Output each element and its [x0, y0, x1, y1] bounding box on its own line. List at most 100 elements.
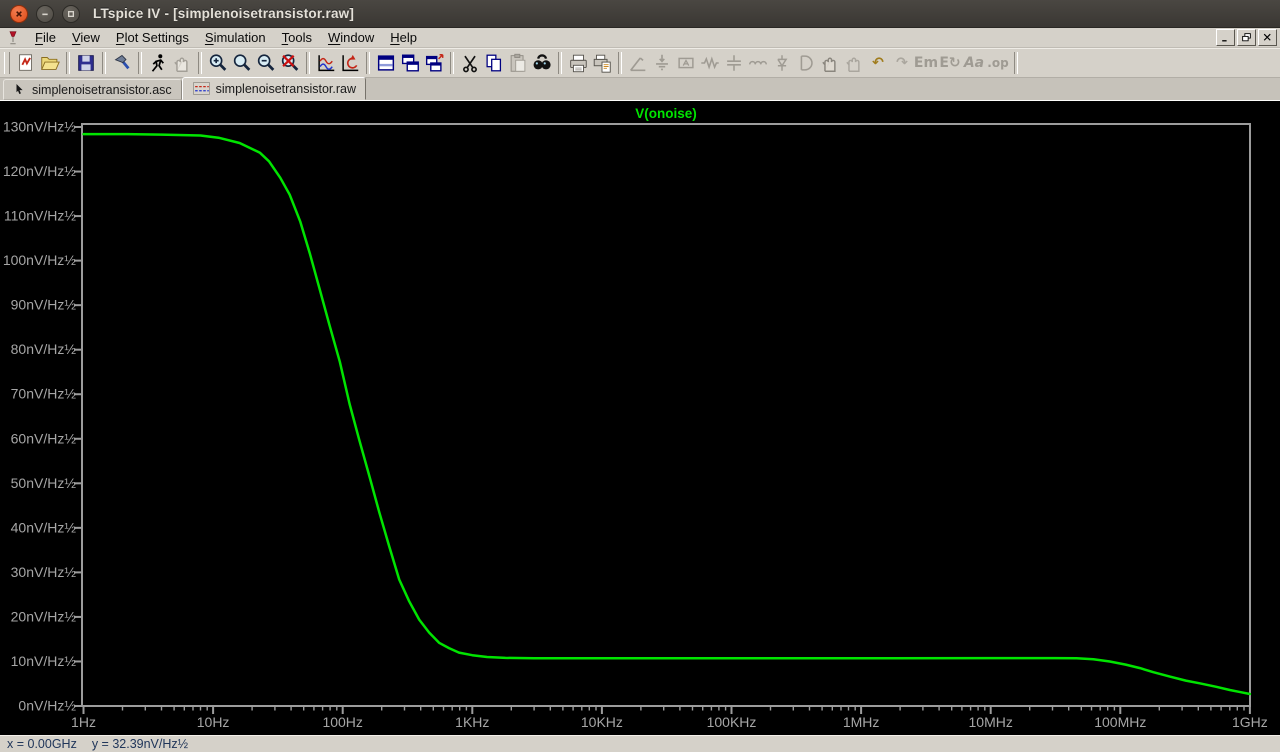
menu-tools[interactable]: Tools [274, 29, 320, 46]
y-axis-label: 30nV/Hz½ [11, 564, 77, 580]
cascade-windows-icon[interactable] [422, 52, 446, 75]
open-file-icon[interactable] [38, 52, 62, 75]
move-icon [818, 52, 842, 75]
menu-window[interactable]: Window [320, 29, 382, 46]
component-icon [794, 52, 818, 75]
window-maximize-button[interactable] [62, 5, 80, 23]
x-axis-label: 100Hz [322, 714, 362, 730]
y-axis-label: 50nV/Hz½ [11, 475, 77, 491]
new-schematic-icon[interactable] [14, 52, 38, 75]
toolbar: ↶↷EmE↻Aa.op [0, 48, 1280, 78]
y-axis-label: 130nV/Hz½ [3, 119, 76, 135]
x-axis-label: 10KHz [581, 714, 623, 730]
mdi-restore-button[interactable] [1237, 29, 1256, 46]
waveform-thumbnail-icon [192, 81, 211, 96]
plot-canvas[interactable]: V(onoise) 0nV/Hz½ 10nV/Hz½ 20nV/Hz½ 30nV/Hz½… [0, 101, 1280, 735]
tab-simplenoisetransistor.asc[interactable]: simplenoisetransistor.asc [3, 79, 182, 100]
x-axis-label: 100KHz [707, 714, 757, 730]
close-icon [11, 5, 27, 23]
wine-icon [5, 30, 21, 46]
text-icon: Aa [962, 52, 986, 75]
y-axis-label: 40nV/Hz½ [11, 519, 77, 535]
toolbar-separator [450, 52, 454, 74]
menu-bar: FileViewPlot SettingsSimulationToolsWind… [0, 28, 1280, 48]
toolbar-separator [102, 52, 106, 74]
title-bar: LTspice IV - [simplenoisetransistor.raw] [0, 0, 1280, 28]
autorange-plot-icon[interactable] [314, 52, 338, 75]
x-axis-label: 1KHz [455, 714, 489, 730]
toolbar-separator [198, 52, 202, 74]
zoom-full-extents-icon[interactable] [278, 52, 302, 75]
run-simulation-icon[interactable] [146, 52, 170, 75]
y-axis-label: 20nV/Hz½ [11, 608, 77, 624]
halt-simulation-icon [170, 52, 194, 75]
y-axis-label: 110nV/Hz½ [4, 208, 76, 224]
inductor-icon [746, 52, 770, 75]
mdi-restore-icon [1240, 32, 1253, 43]
zoom-in-icon[interactable] [206, 52, 230, 75]
plot-frame [82, 124, 1250, 706]
y-axis-label: 0nV/Hz½ [18, 698, 76, 714]
y-axis-label: 120nV/Hz½ [3, 163, 76, 179]
window-minimize-button[interactable] [36, 5, 54, 23]
zoom-back-icon[interactable] [230, 52, 254, 75]
find-icon[interactable] [530, 52, 554, 75]
maximize-icon [63, 5, 79, 23]
print-icon[interactable] [566, 52, 590, 75]
print-preview-icon[interactable] [590, 52, 614, 75]
tab-label: simplenoisetransistor.asc [32, 83, 172, 97]
control-panel-icon[interactable] [110, 52, 134, 75]
toolbar-separator [618, 52, 622, 74]
onoise-trace [84, 134, 1250, 694]
menu-help[interactable]: Help [382, 29, 425, 46]
cut-icon[interactable] [458, 52, 482, 75]
mirror-icon: Em [914, 52, 938, 75]
x-axis-label: 10MHz [969, 714, 1013, 730]
zoom-out-icon[interactable] [254, 52, 278, 75]
x-axis-label: 1MHz [843, 714, 880, 730]
tab-bar: simplenoisetransistor.asc simplenoisetran… [0, 78, 1280, 101]
ground-icon [650, 52, 674, 75]
menu-simulation[interactable]: Simulation [197, 29, 274, 46]
mdi-close-button[interactable] [1258, 29, 1277, 46]
mdi-window-controls [1216, 29, 1277, 46]
y-axis-label: 100nV/Hz½ [3, 252, 76, 268]
plot-limits-icon[interactable] [338, 52, 362, 75]
window-close-button[interactable] [10, 5, 28, 23]
paste-icon [506, 52, 530, 75]
y-axis-label: 60nV/Hz½ [11, 430, 77, 446]
tile-horizontal-icon[interactable] [374, 52, 398, 75]
rotate-icon: E↻ [938, 52, 962, 75]
x-axis-label: 1Hz [71, 714, 96, 730]
capacitor-icon [722, 52, 746, 75]
menu-view[interactable]: View [64, 29, 108, 46]
toolbar-separator [306, 52, 310, 74]
toolbar-separator [138, 52, 142, 74]
net-label-icon [674, 52, 698, 75]
toolbar-separator [66, 52, 70, 74]
mdi-minimize-button[interactable] [1216, 29, 1235, 46]
diode-icon [770, 52, 794, 75]
toolbar-grip[interactable] [4, 52, 10, 74]
spice-directive-icon: .op [986, 52, 1010, 75]
y-axis-label: 90nV/Hz½ [11, 297, 77, 313]
x-axis-label: 10Hz [197, 714, 230, 730]
undo-icon[interactable]: ↶ [866, 52, 890, 75]
schematic-cursor-icon [13, 82, 27, 97]
application-window: LTspice IV - [simplenoisetransistor.raw]… [0, 0, 1280, 752]
menu-plot-settings[interactable]: Plot Settings [108, 29, 197, 46]
y-axis-label: 10nV/Hz½ [11, 653, 77, 669]
y-axis-label: 70nV/Hz½ [11, 386, 77, 402]
toolbar-separator [1014, 52, 1018, 74]
copy-icon[interactable] [482, 52, 506, 75]
menu-file[interactable]: File [27, 29, 64, 46]
resistor-icon [698, 52, 722, 75]
tab-simplenoisetransistor.raw[interactable]: simplenoisetransistor.raw [182, 77, 366, 100]
menu-items: FileViewPlot SettingsSimulationToolsWind… [27, 29, 425, 46]
tile-vertical-icon[interactable] [398, 52, 422, 75]
trace-label-vonoise[interactable]: V(onoise) [635, 106, 697, 121]
tab-label: simplenoisetransistor.raw [216, 82, 356, 96]
mdi-minimize-icon [1219, 32, 1232, 43]
minimize-icon [37, 5, 53, 23]
save-icon[interactable] [74, 52, 98, 75]
